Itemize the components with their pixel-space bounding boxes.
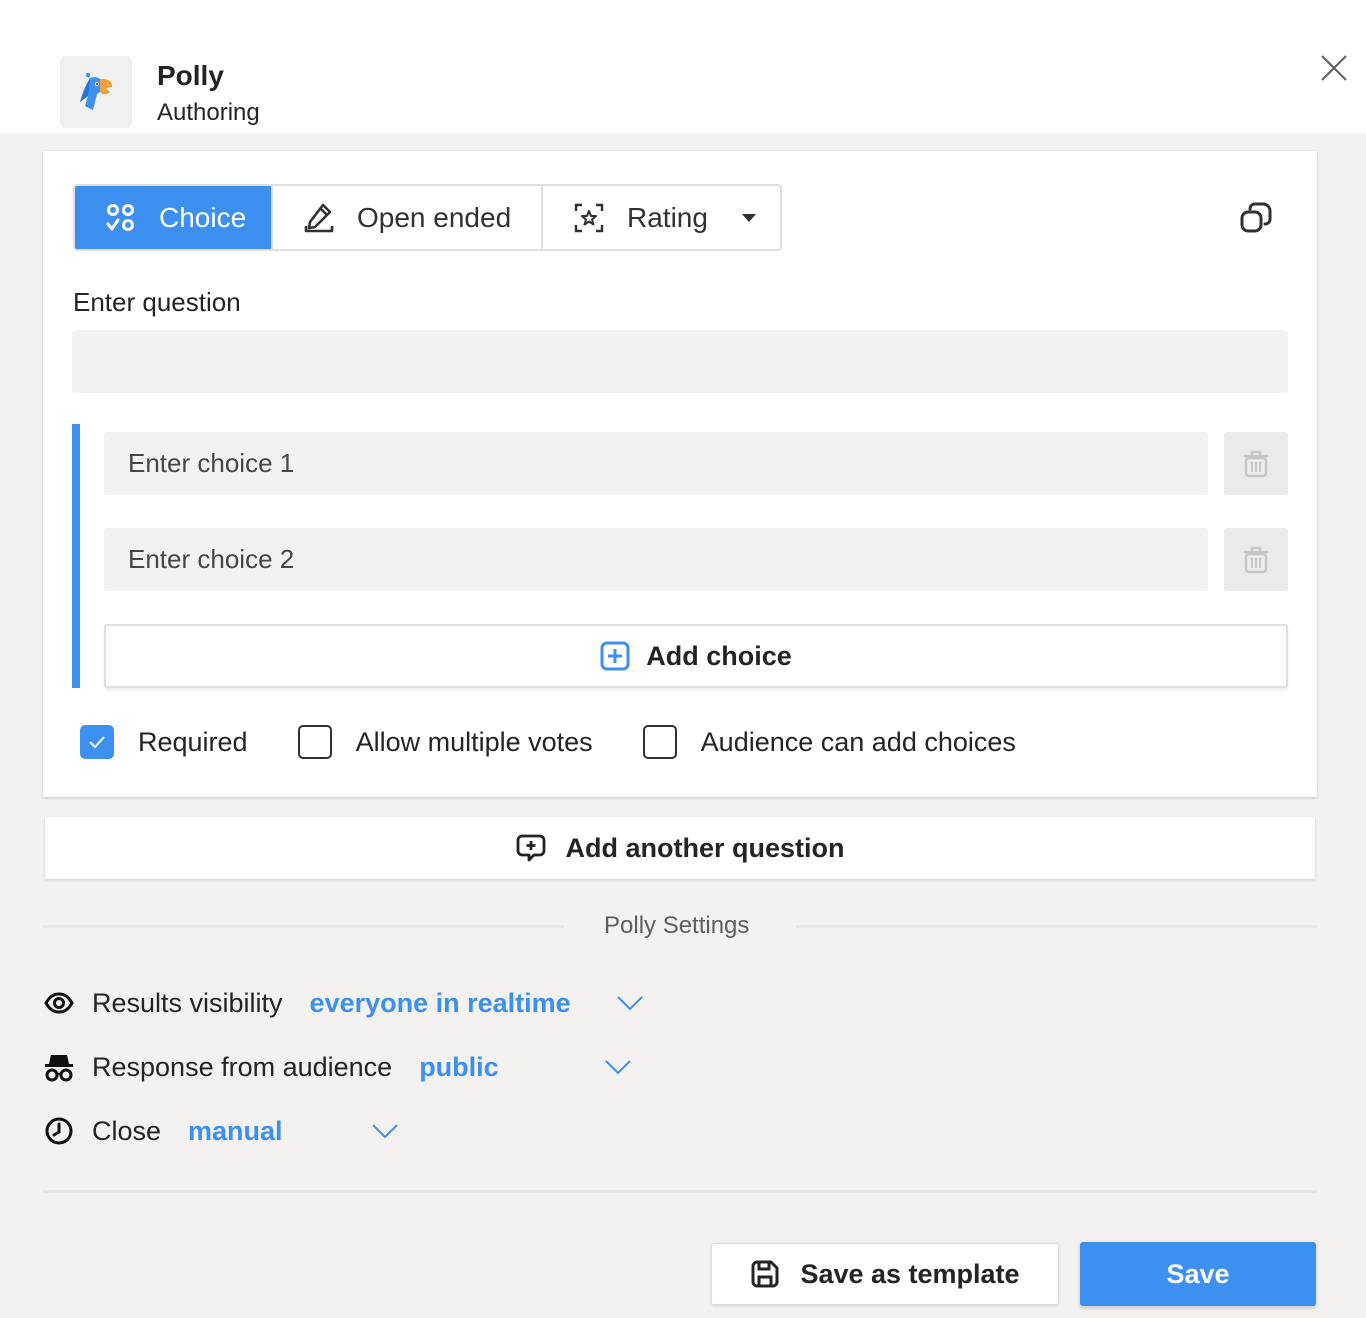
- divider: [796, 925, 1317, 928]
- copy-icon: [1240, 202, 1272, 233]
- question-type-selector: Choice Open ended Rating: [73, 184, 782, 251]
- chevron-down-icon[interactable]: [371, 1122, 399, 1140]
- setting-response-from-audience: Response from audience public: [43, 1047, 632, 1087]
- duplicate-button[interactable]: [1239, 201, 1273, 233]
- app-header: Polly Authoring: [0, 0, 1366, 133]
- parrot-icon: [80, 72, 113, 110]
- chevron-down-icon[interactable]: [741, 213, 756, 222]
- required-label: Required: [138, 726, 248, 757]
- results-visibility-value[interactable]: everyone in realtime: [310, 988, 571, 1019]
- delete-choice-1-button[interactable]: [1224, 432, 1288, 495]
- response-from-audience-value[interactable]: public: [419, 1052, 499, 1083]
- required-checkbox[interactable]: Required: [80, 725, 248, 759]
- clock-icon: [43, 1115, 75, 1147]
- save-icon: [750, 1259, 780, 1289]
- setting-results-visibility: Results visibility everyone in realtime: [43, 983, 644, 1023]
- allow-multiple-votes-label: Allow multiple votes: [355, 726, 593, 757]
- results-visibility-label: Results visibility: [92, 987, 283, 1018]
- allow-multiple-votes-checkbox[interactable]: Allow multiple votes: [297, 725, 593, 759]
- close-label: Close: [92, 1115, 162, 1146]
- checkbox-unchecked[interactable]: [297, 725, 332, 759]
- tab-open-ended[interactable]: Open ended: [273, 186, 543, 249]
- save-button[interactable]: Save: [1080, 1242, 1316, 1306]
- question-input[interactable]: [72, 330, 1288, 393]
- setting-close: Close manual: [43, 1111, 399, 1151]
- audience-add-choices-checkbox[interactable]: Audience can add choices: [642, 725, 1016, 759]
- pen-icon: [303, 202, 335, 234]
- close-button[interactable]: [1318, 52, 1350, 84]
- checkmark-icon: [89, 736, 105, 749]
- settings-title: Polly Settings: [604, 912, 750, 939]
- close-icon: [1321, 55, 1347, 81]
- tab-rating-label: Rating: [627, 201, 708, 233]
- divider: [43, 925, 564, 928]
- tab-choice-label: Choice: [159, 201, 247, 233]
- app-name: Polly: [157, 60, 224, 91]
- checkbox-unchecked[interactable]: [642, 725, 677, 759]
- choice-icon: [105, 202, 137, 234]
- incognito-icon: [43, 1051, 75, 1083]
- polly-logo: [60, 56, 132, 128]
- chevron-down-icon[interactable]: [604, 1058, 632, 1076]
- question-options: Required Allow multiple votes Audience c…: [80, 725, 1066, 759]
- question-card: Choice Open ended Rating Enter question …: [43, 151, 1317, 797]
- response-from-audience-label: Response from audience: [92, 1051, 393, 1082]
- star-rating-icon: [573, 202, 605, 234]
- add-another-question-button[interactable]: Add another question: [45, 817, 1315, 879]
- app-subtitle: Authoring: [157, 99, 260, 126]
- add-choice-label: Add choice: [646, 640, 792, 671]
- close-value[interactable]: manual: [188, 1116, 283, 1147]
- save-label: Save: [1166, 1258, 1230, 1289]
- add-another-question-label: Add another question: [565, 832, 845, 863]
- audience-add-choices-label: Audience can add choices: [700, 726, 1016, 757]
- choices-accent-bar: [72, 424, 80, 688]
- trash-icon: [1244, 546, 1268, 573]
- trash-icon: [1244, 450, 1268, 477]
- add-comment-icon: [516, 833, 546, 863]
- save-as-template-button[interactable]: Save as template: [711, 1243, 1059, 1305]
- choice-input-2[interactable]: [104, 528, 1208, 591]
- tab-rating[interactable]: Rating: [543, 186, 780, 249]
- delete-choice-2-button[interactable]: [1224, 528, 1288, 591]
- divider: [43, 1190, 1317, 1193]
- tab-choice[interactable]: Choice: [75, 186, 273, 249]
- question-label: Enter question: [73, 287, 241, 317]
- tab-open-ended-label: Open ended: [357, 201, 512, 233]
- choice-input-1[interactable]: [104, 432, 1208, 495]
- eye-icon: [43, 987, 75, 1019]
- chevron-down-icon[interactable]: [616, 994, 644, 1012]
- add-square-icon: [600, 641, 630, 671]
- save-as-template-label: Save as template: [800, 1258, 1020, 1289]
- checkbox-checked[interactable]: [80, 725, 114, 759]
- add-choice-button[interactable]: Add choice: [104, 624, 1288, 688]
